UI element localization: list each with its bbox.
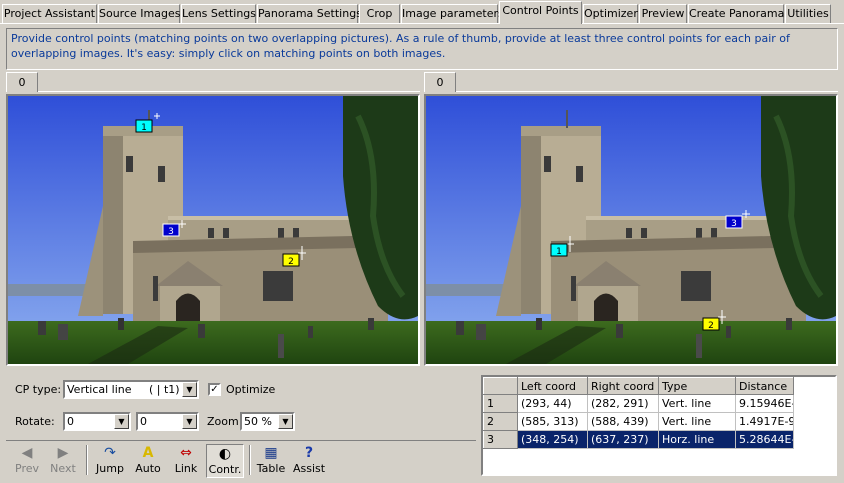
contr-button[interactable]: ◐ Contr. <box>206 444 244 478</box>
left-image-view[interactable]: 1 3 2 <box>6 94 420 366</box>
left-church-photo[interactable]: 1 3 2 <box>8 96 418 364</box>
prev-button[interactable]: ◀ Prev <box>8 444 46 478</box>
tab-create-panorama[interactable]: Create Panorama <box>688 4 784 23</box>
type-cell[interactable]: Horz. line <box>658 430 736 449</box>
contrast-icon: ◐ <box>218 446 232 462</box>
column-header-index[interactable] <box>483 377 518 395</box>
chevron-down-icon[interactable]: ▼ <box>278 414 293 429</box>
right-coord-cell[interactable]: (637, 237) <box>587 430 659 449</box>
svg-text:2: 2 <box>288 257 294 267</box>
cp-type-label: CP type: <box>15 383 62 396</box>
tab-panorama-settings[interactable]: Panorama Settings <box>257 4 362 23</box>
table-button[interactable]: ▦ Table <box>252 444 290 478</box>
distance-cell[interactable]: 1.4917E-9 <box>735 412 794 431</box>
svg-text:1: 1 <box>141 123 147 133</box>
table-row-selected[interactable]: 3 (348, 254) (637, 237) Horz. line 5.286… <box>483 430 794 449</box>
row-number[interactable]: 1 <box>483 394 518 413</box>
tab-lens-settings[interactable]: Lens Settings <box>181 4 256 23</box>
svg-text:1: 1 <box>556 247 562 257</box>
right-image-panel: 0 3 1 2 <box>424 72 838 368</box>
tab-project-assistant[interactable]: Project Assistant <box>2 4 97 23</box>
table-row[interactable]: 2 (585, 313) (588, 439) Vert. line 1.491… <box>483 412 794 431</box>
right-church-photo[interactable]: 3 1 2 <box>426 96 836 364</box>
distance-cell[interactable]: 9.15946E-9 <box>735 394 794 413</box>
rotate-left-value: 0 <box>67 415 74 428</box>
column-header-left-coord[interactable]: Left coord <box>517 377 588 395</box>
tab-preview[interactable]: Preview <box>639 4 687 23</box>
row-number[interactable]: 3 <box>483 430 518 449</box>
left-coord-cell[interactable]: (585, 313) <box>517 412 588 431</box>
optimize-checkbox[interactable]: ✓ <box>208 383 221 396</box>
link-icon: ⇔ <box>180 445 192 461</box>
chevron-down-icon[interactable]: ▼ <box>114 414 129 429</box>
zoom-label: Zoom: <box>207 415 243 428</box>
zoom-select[interactable]: 50 % ▼ <box>240 412 295 431</box>
rotate-right-value: 0 <box>140 415 147 428</box>
tab-control-points[interactable]: Control Points <box>499 1 582 24</box>
table-header-row: Left coord Right coord Type Distance <box>483 377 794 395</box>
row-number[interactable]: 2 <box>483 412 518 431</box>
left-image-tab[interactable]: 0 <box>6 72 38 92</box>
rotate-left-select[interactable]: 0 ▼ <box>63 412 131 431</box>
arrow-right-icon: ▶ <box>57 445 69 461</box>
svg-text:3: 3 <box>731 219 737 229</box>
tab-image-parameters[interactable]: Image parameters <box>401 4 504 23</box>
svg-text:2: 2 <box>708 321 714 331</box>
cp-toolbar: ◀ Prev ▶ Next ↷ Jump A Auto ⇔ Link ◐ Con… <box>6 440 476 478</box>
chevron-down-icon[interactable]: ▼ <box>182 414 197 429</box>
rotate-right-select[interactable]: 0 ▼ <box>136 412 199 431</box>
table-row[interactable]: 1 (293, 44) (282, 291) Vert. line 9.1594… <box>483 394 794 413</box>
assist-button[interactable]: ? Assist <box>290 444 328 478</box>
distance-cell[interactable]: 5.28644E-10 <box>735 430 794 449</box>
rotate-label: Rotate: <box>15 415 55 428</box>
control-points-table[interactable]: Left coord Right coord Type Distance 1 (… <box>481 375 837 476</box>
right-image-view[interactable]: 3 1 2 <box>424 94 838 366</box>
assist-icon: ? <box>304 445 314 461</box>
column-header-right-coord[interactable]: Right coord <box>587 377 659 395</box>
right-coord-cell[interactable]: (588, 439) <box>587 412 659 431</box>
tab-crop[interactable]: Crop <box>359 4 400 23</box>
column-header-distance[interactable]: Distance <box>735 377 794 395</box>
link-button[interactable]: ⇔ Link <box>167 444 205 478</box>
left-coord-cell[interactable]: (348, 254) <box>517 430 588 449</box>
arrow-left-icon: ◀ <box>21 445 33 461</box>
left-coord-cell[interactable]: (293, 44) <box>517 394 588 413</box>
tab-utilities[interactable]: Utilities <box>785 4 831 23</box>
tab-optimizer[interactable]: Optimizer <box>583 4 638 23</box>
table-icon: ▦ <box>264 445 278 461</box>
column-header-type[interactable]: Type <box>658 377 736 395</box>
jump-button[interactable]: ↷ Jump <box>91 444 129 478</box>
type-cell[interactable]: Vert. line <box>658 394 736 413</box>
right-coord-cell[interactable]: (282, 291) <box>587 394 659 413</box>
zoom-value: 50 % <box>244 415 272 428</box>
tab-source-images[interactable]: Source Images <box>98 4 180 23</box>
svg-text:3: 3 <box>168 227 174 237</box>
chevron-down-icon[interactable]: ▼ <box>182 382 197 397</box>
optimize-label: Optimize <box>226 383 276 396</box>
right-image-tab[interactable]: 0 <box>424 72 456 92</box>
auto-icon: A <box>142 445 154 461</box>
instructions-text: Provide control points (matching points … <box>6 28 838 70</box>
cp-type-value: Vertical line ( | t1) <box>67 383 180 396</box>
auto-button[interactable]: A Auto <box>129 444 167 478</box>
type-cell[interactable]: Vert. line <box>658 412 736 431</box>
left-image-panel: 0 1 3 2 <box>6 72 420 368</box>
main-tab-bar: Project Assistant Source Images Lens Set… <box>0 0 844 24</box>
next-button[interactable]: ▶ Next <box>44 444 82 478</box>
cp-type-select[interactable]: Vertical line ( | t1) ▼ <box>63 380 199 399</box>
jump-icon: ↷ <box>104 445 116 461</box>
